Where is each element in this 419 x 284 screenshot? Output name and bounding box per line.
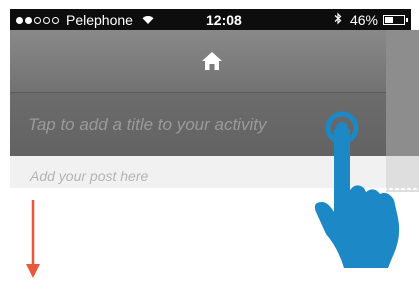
post-placeholder[interactable]: Add your post here	[30, 168, 148, 184]
battery-group: 46%	[334, 12, 408, 28]
tap-hand-icon	[314, 111, 400, 268]
signal-carrier-group: Pelephone	[16, 12, 155, 28]
down-arrow-icon	[26, 200, 40, 278]
battery-percent: 46%	[349, 12, 378, 28]
title-placeholder[interactable]: Tap to add a title to your activity	[28, 115, 266, 135]
bluetooth-icon	[334, 12, 342, 28]
home-icon[interactable]	[200, 50, 224, 72]
carrier-name: Pelephone	[66, 12, 133, 28]
status-time: 12:08	[206, 12, 242, 28]
battery-icon	[383, 15, 408, 25]
app-header	[10, 30, 386, 92]
signal-dots-icon	[16, 16, 61, 24]
wifi-icon	[141, 12, 155, 28]
status-bar: Pelephone 12:08 46%	[10, 9, 411, 30]
